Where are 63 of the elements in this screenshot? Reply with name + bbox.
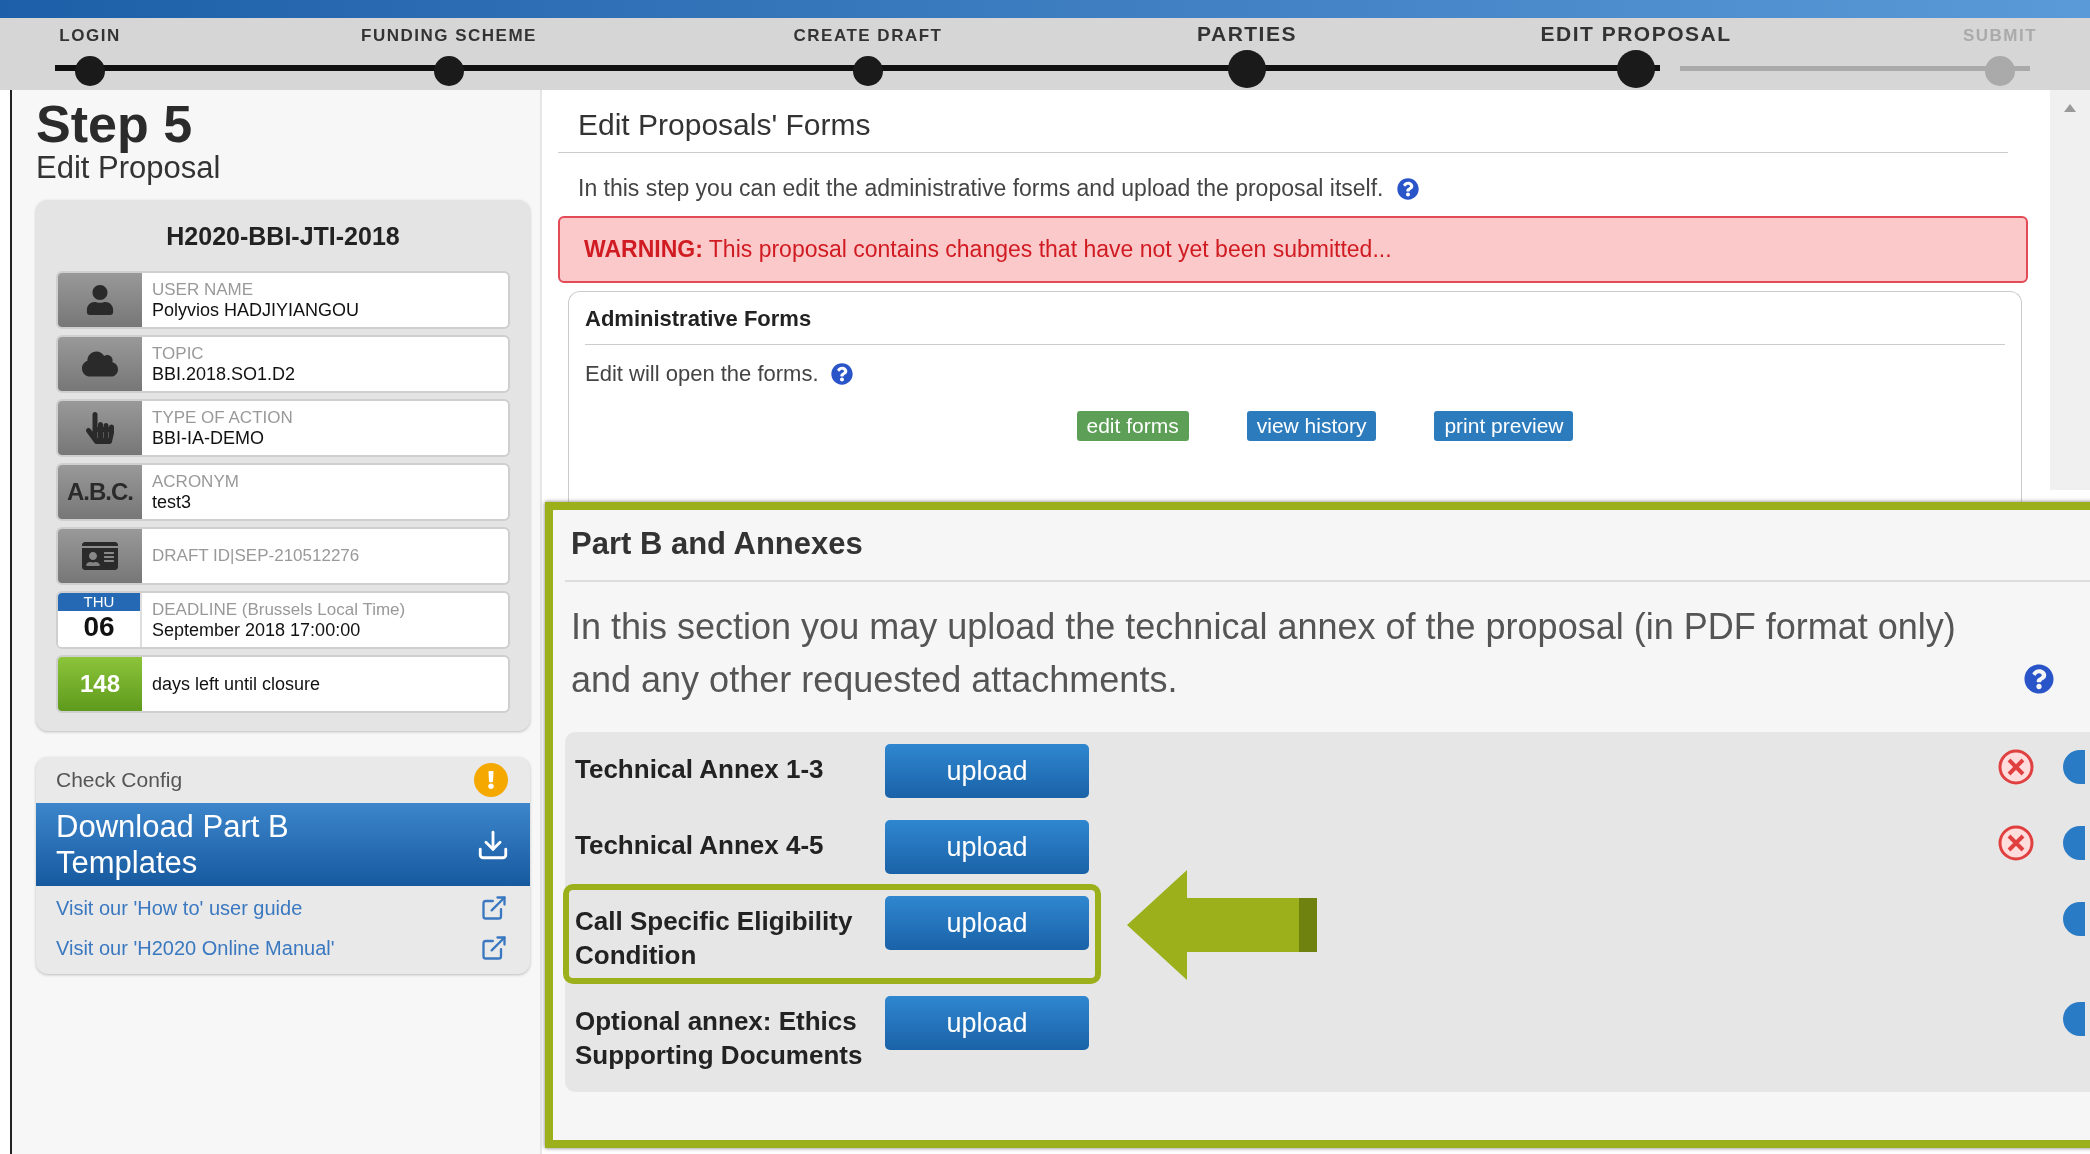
attachment-label: Technical Annex 4-5	[575, 829, 825, 862]
info-label: ACRONYM	[152, 471, 240, 492]
upload-button[interactable]: upload	[885, 896, 1089, 950]
guide-link[interactable]: Visit our 'H2020 Online Manual'	[36, 926, 530, 967]
step-dot[interactable]	[434, 56, 464, 86]
step-dot[interactable]	[1228, 50, 1266, 88]
user-icon	[85, 285, 115, 315]
info-value: days left until closure	[152, 673, 322, 695]
download-templates-button[interactable]: Download Part B Templates	[36, 803, 530, 887]
call-identifier: H2020-BBI-JTI-2018	[165, 221, 401, 252]
step-dot[interactable]	[75, 56, 105, 86]
info-label: USER NAME	[152, 279, 255, 300]
form-action-button[interactable]: edit forms	[1076, 411, 1189, 441]
pointer-hand-icon	[84, 412, 116, 444]
section-title: Part B and Annexes	[565, 526, 2090, 582]
help-icon[interactable]	[2024, 664, 2054, 694]
form-action-button[interactable]: view history	[1246, 411, 1377, 441]
days-count: 148	[58, 657, 142, 711]
upload-button[interactable]: upload	[885, 996, 1089, 1050]
panel-text: Edit will open the forms.	[585, 361, 819, 387]
step-label: PARTIES	[1197, 22, 1297, 46]
scrollbar[interactable]	[2050, 90, 2090, 490]
info-label: DRAFT ID|SEP-210512276	[152, 546, 361, 566]
page-title: Edit Proposals' Forms	[558, 108, 2008, 153]
warning-icon	[474, 763, 508, 797]
check-config-label[interactable]: Check Config	[56, 768, 183, 792]
step-dot[interactable]	[1617, 50, 1655, 88]
remove-icon[interactable]	[1997, 824, 2035, 862]
description: In this step you can edit the administrative forms and upload the proposal itself.	[578, 175, 1384, 202]
help-icon[interactable]	[1397, 177, 1420, 200]
info-value: September 2018 17:00:00	[152, 619, 362, 641]
step-dot[interactable]	[853, 56, 883, 86]
guide-link[interactable]: Visit our 'How to' user guide	[36, 886, 530, 927]
help-icon[interactable]	[830, 363, 853, 385]
attachment-label: Call Specific Eligibility Condition	[575, 905, 854, 972]
info-label: TOPIC	[152, 343, 205, 364]
external-link-icon	[480, 934, 508, 963]
step-label: LOGIN	[59, 26, 121, 46]
info-value: BBI.2018.SO1.D2	[152, 363, 297, 385]
attachment-label: Optional annex: Ethics Supporting Documents	[575, 1005, 864, 1072]
info-value: test3	[152, 491, 193, 513]
step-label: FUNDING SCHEME	[361, 26, 537, 46]
weekday: THU	[58, 593, 140, 611]
warning-message: WARNING: This proposal contains changes that have not yet been submitted...	[558, 216, 2028, 283]
arrow-icon	[1127, 870, 1317, 980]
upload-button[interactable]: upload	[885, 820, 1089, 874]
info-label: TYPE OF ACTION	[152, 407, 294, 428]
day-number: 06	[82, 611, 116, 643]
section-text: In this section you may upload the technical annex of the proposal (in PDF format only) and any other requested attachments.	[571, 605, 1957, 702]
info-label: DEADLINE (Brussels Local Time)	[152, 599, 407, 620]
scroll-up-icon[interactable]	[2064, 104, 2076, 112]
info-value: Polyvios HADJIYIANGOU	[152, 299, 361, 321]
attachment-label: Technical Annex 1-3	[575, 753, 825, 786]
step-dot[interactable]	[1985, 56, 2015, 86]
upload-button[interactable]: upload	[885, 744, 1089, 798]
form-action-button[interactable]: print preview	[1434, 411, 1574, 441]
panel-title: Administrative Forms	[585, 306, 2005, 345]
remove-icon[interactable]	[1997, 748, 2035, 786]
info-value: BBI-IA-DEMO	[152, 427, 265, 449]
step-label: CREATE DRAFT	[793, 26, 943, 46]
acronym-icon: A.B.C.	[67, 478, 133, 506]
step-label: EDIT PROPOSAL	[1540, 22, 1732, 46]
external-link-icon	[480, 894, 508, 923]
